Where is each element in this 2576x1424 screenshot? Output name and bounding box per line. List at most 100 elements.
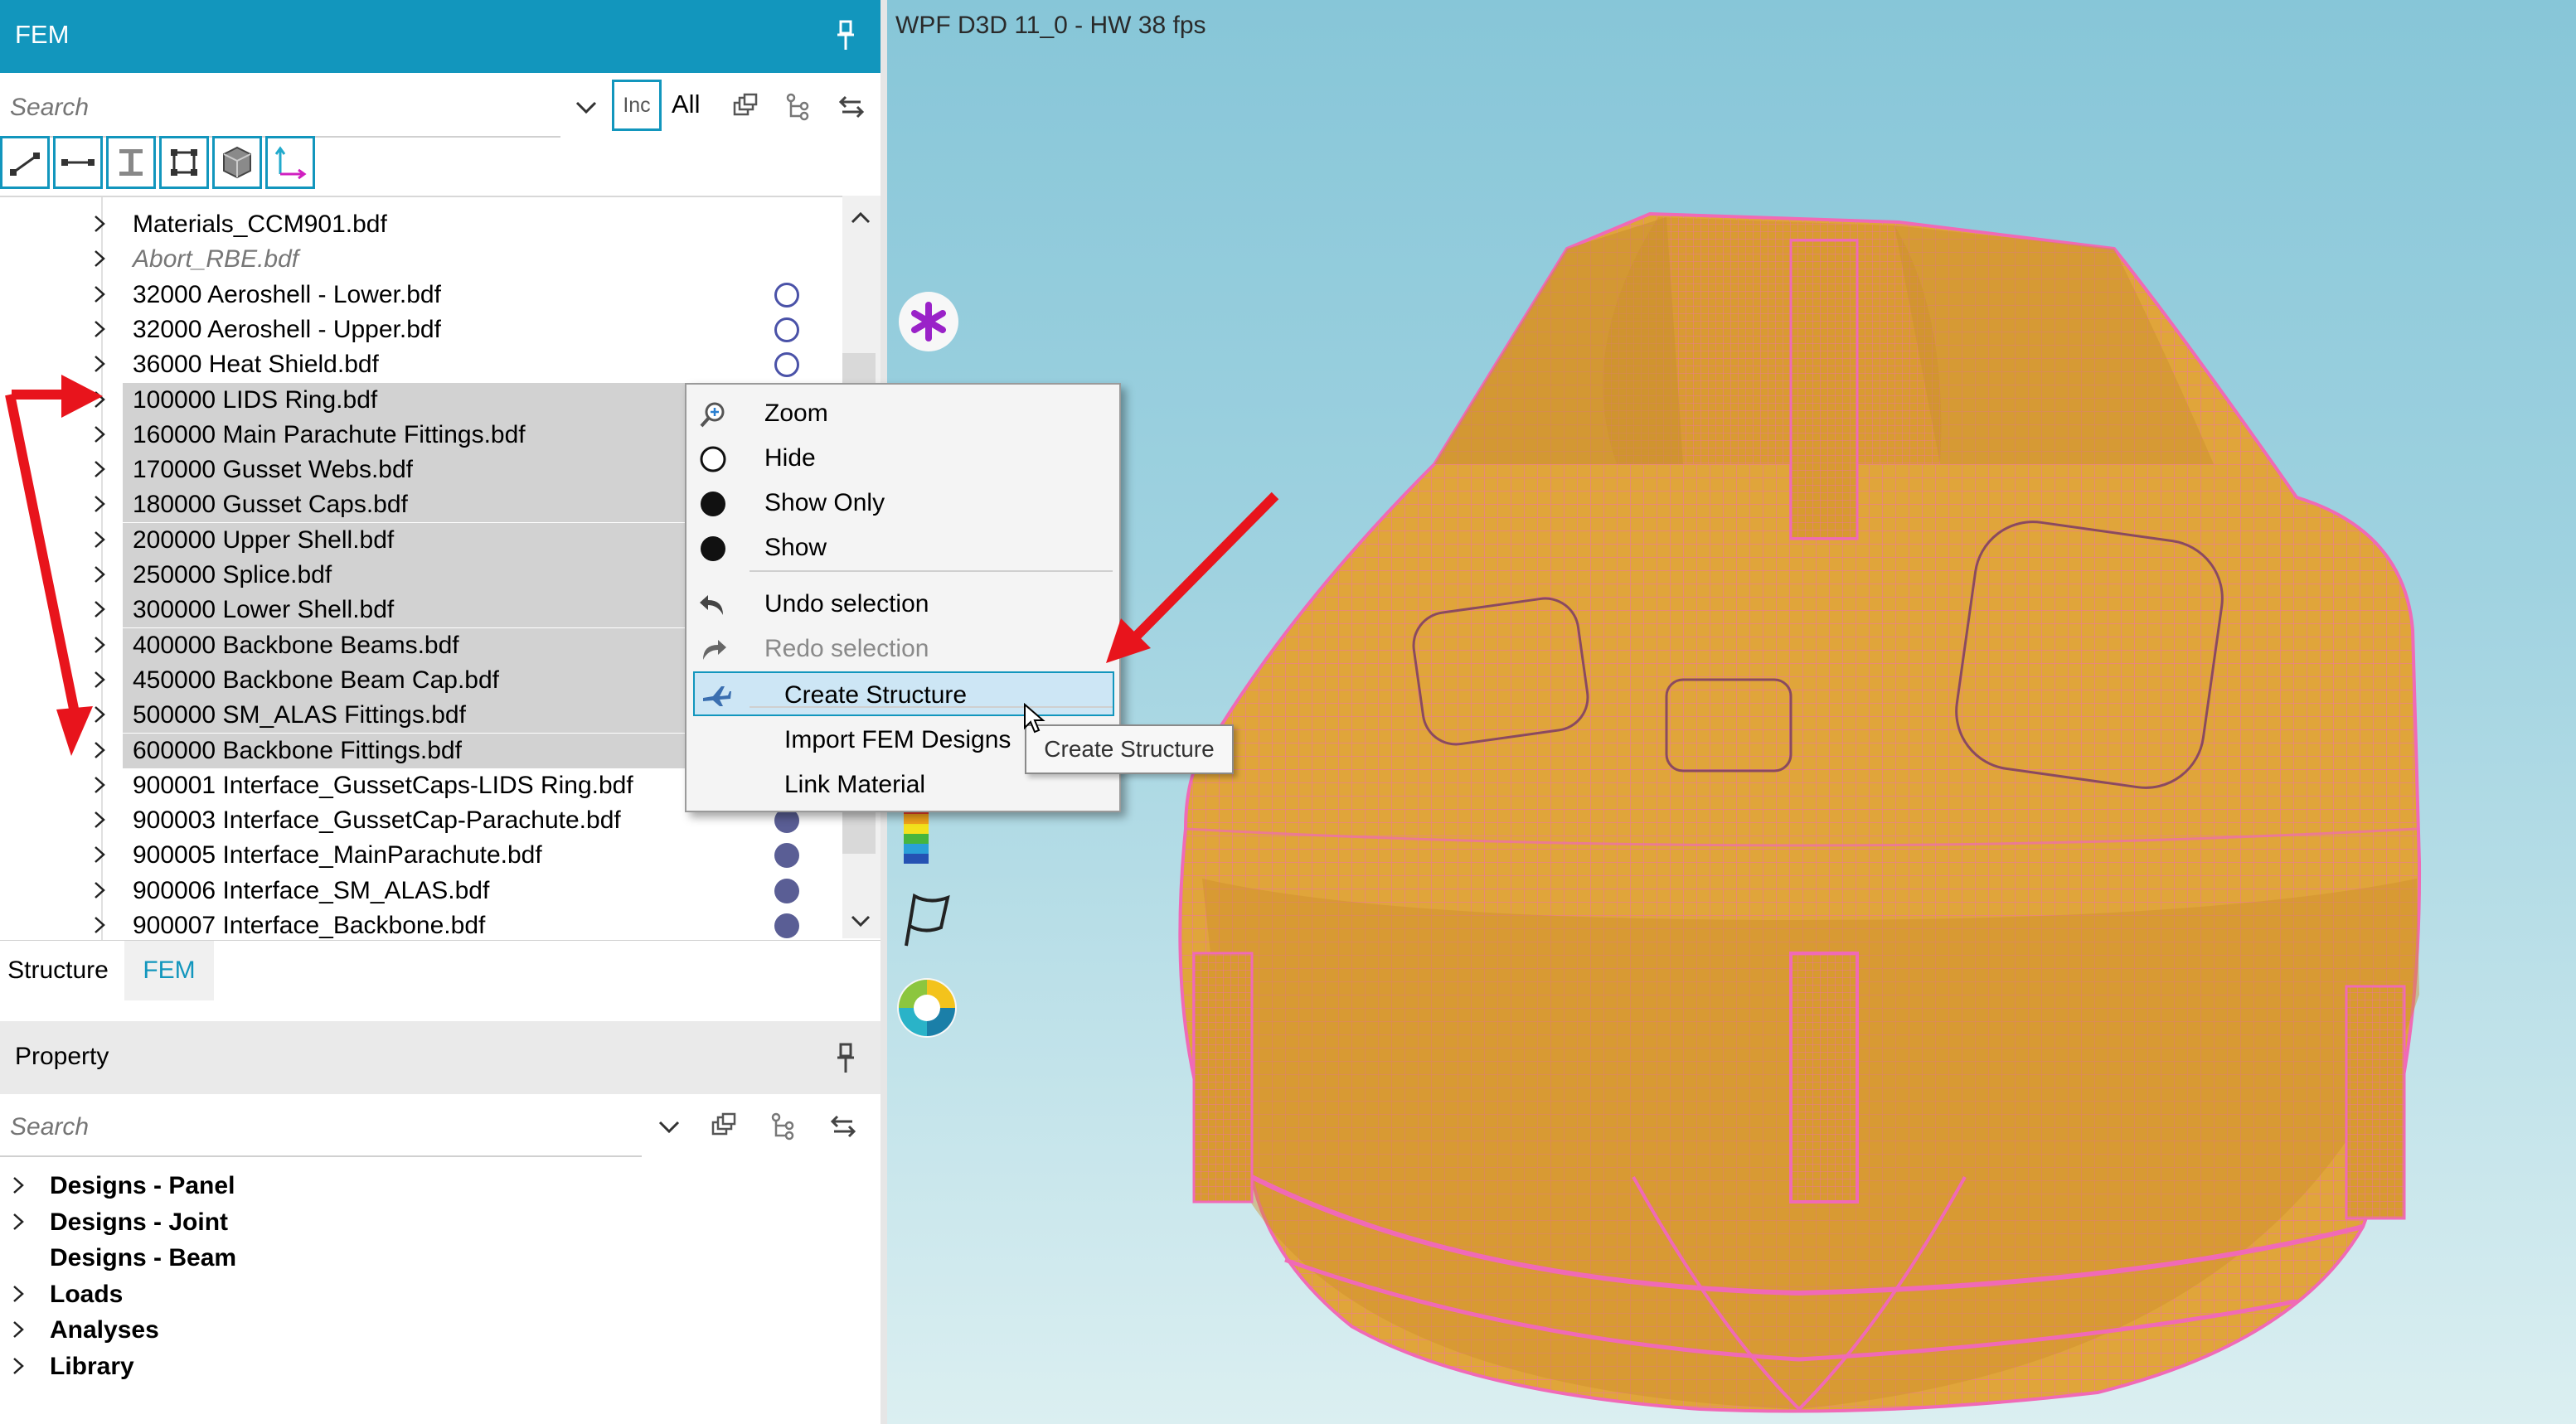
property-item-label: Analyses (50, 1316, 159, 1344)
fem-search-input[interactable] (8, 85, 527, 131)
capsule-fem-model[interactable] (887, 0, 2576, 1424)
chevron-right-icon[interactable] (90, 564, 109, 584)
property-tree-row[interactable]: Library (0, 1349, 829, 1384)
collapse-windows-icon[interactable] (701, 1104, 746, 1149)
menu-item-show[interactable]: Show (686, 526, 1119, 570)
property-tree-row[interactable]: Designs - Beam (0, 1241, 829, 1276)
panel-tabs: Structure FEM (0, 940, 880, 1000)
swap-arrows-icon[interactable] (821, 1104, 866, 1149)
chevron-right-icon[interactable] (90, 740, 109, 760)
asterisk-icon[interactable] (895, 288, 962, 355)
property-tree-row[interactable]: Designs - Panel (0, 1169, 829, 1204)
tree-item-label: 400000 Backbone Beams.bdf (133, 631, 459, 659)
chevron-right-icon[interactable] (8, 1320, 28, 1339)
bar-element-icon[interactable] (53, 136, 103, 189)
tree-row[interactable]: Materials_CCM901.bdf (0, 207, 842, 242)
menu-item-hide[interactable]: Hide (686, 436, 1119, 481)
tree-row[interactable]: 900005 Interface_MainParachute.bdf (0, 838, 842, 873)
fem-search-row (0, 78, 880, 138)
rod-element-icon[interactable] (0, 136, 50, 189)
chevron-right-icon[interactable] (8, 1175, 28, 1195)
shell-element-icon[interactable] (159, 136, 209, 189)
chevron-right-icon[interactable] (90, 249, 109, 269)
property-tree-row[interactable]: Loads (0, 1277, 829, 1312)
fem-panel-header: FEM (0, 0, 880, 73)
property-panel-header: Property (0, 1021, 880, 1094)
chevron-right-icon[interactable] (90, 214, 109, 234)
inc-toggle-button[interactable]: Inc (612, 80, 662, 131)
scroll-down-icon[interactable] (849, 910, 872, 933)
menu-item-show-only[interactable]: Show Only (686, 481, 1119, 526)
chevron-right-icon[interactable] (90, 284, 109, 304)
chevron-right-icon[interactable] (90, 424, 109, 444)
beam-element-icon[interactable] (106, 136, 156, 189)
property-tree-row[interactable]: Analyses (0, 1313, 829, 1348)
scroll-up-icon[interactable] (849, 206, 872, 229)
chevron-right-icon[interactable] (90, 354, 109, 374)
chevron-right-icon[interactable] (90, 494, 109, 514)
tree-row[interactable]: Abort_RBE.bdf (0, 242, 842, 277)
tree-hierarchy-icon[interactable] (761, 1104, 806, 1149)
3d-viewport[interactable]: WPF D3D 11_0 - HW 38 fps (887, 0, 2576, 1424)
chevron-right-icon[interactable] (90, 459, 109, 479)
chevron-right-icon[interactable] (90, 705, 109, 724)
color-scale-icon[interactable] (895, 804, 937, 870)
collapse-windows-icon[interactable] (723, 85, 768, 129)
property-panel-title: Property (15, 1043, 109, 1070)
chevron-right-icon[interactable] (8, 1356, 28, 1376)
menu-item-label: Create Structure (784, 681, 968, 709)
chevron-right-icon[interactable] (90, 319, 109, 339)
visibility-empty-circle-icon[interactable] (774, 282, 799, 308)
chevron-right-icon[interactable] (90, 880, 109, 900)
property-search-box[interactable] (0, 1097, 642, 1157)
chevron-down-icon[interactable] (564, 85, 609, 129)
tree-item-label: 900007 Interface_Backbone.bdf (133, 912, 486, 939)
chevron-right-icon[interactable] (90, 915, 109, 935)
swap-arrows-icon[interactable] (829, 85, 874, 129)
visibility-filled-circle-icon[interactable] (774, 913, 799, 938)
tree-item-label: 200000 Upper Shell.bdf (133, 526, 395, 554)
visibility-empty-circle-icon[interactable] (774, 352, 799, 378)
visibility-empty-circle-icon[interactable] (774, 317, 799, 342)
menu-separator (750, 570, 1113, 572)
chevron-right-icon[interactable] (8, 1212, 28, 1232)
menu-item-create-structure[interactable]: Create Structure (693, 671, 1114, 716)
pin-icon[interactable] (836, 20, 856, 53)
zoom-icon (700, 402, 725, 428)
visibility-filled-circle-icon[interactable] (774, 878, 799, 903)
tree-item-label: 600000 Backbone Fittings.bdf (133, 736, 462, 764)
chevron-right-icon[interactable] (90, 530, 109, 550)
all-toggle-button[interactable]: All (672, 90, 700, 119)
color-wheel-icon[interactable] (894, 975, 960, 1041)
chevron-right-icon[interactable] (90, 635, 109, 655)
menu-item-undo-selection[interactable]: Undo selection (686, 582, 1119, 627)
menu-item-redo-selection[interactable]: Redo selection (686, 627, 1119, 671)
flag-icon[interactable] (892, 887, 958, 953)
chevron-right-icon[interactable] (90, 599, 109, 619)
tree-row[interactable]: 900007 Interface_Backbone.bdf (0, 908, 842, 940)
menu-item-zoom[interactable]: Zoom (686, 391, 1119, 436)
chevron-right-icon[interactable] (90, 670, 109, 690)
chevron-right-icon[interactable] (90, 810, 109, 830)
fem-search-box[interactable] (0, 78, 560, 138)
solid-element-icon[interactable] (212, 136, 262, 189)
tab-fem[interactable]: FEM (124, 941, 214, 1000)
tree-row[interactable]: 32000 Aeroshell - Upper.bdf (0, 312, 842, 347)
pin-icon[interactable] (836, 1043, 856, 1076)
tree-item-label: Materials_CCM901.bdf (133, 211, 387, 238)
coordinate-system-icon[interactable] (265, 136, 315, 189)
chevron-right-icon[interactable] (90, 775, 109, 795)
tree-row[interactable]: 36000 Heat Shield.bdf (0, 347, 842, 382)
tree-hierarchy-icon[interactable] (776, 85, 821, 129)
chevron-right-icon[interactable] (90, 845, 109, 865)
property-tree-row[interactable]: Designs - Joint (0, 1205, 829, 1240)
tree-row[interactable]: 32000 Aeroshell - Lower.bdf (0, 278, 842, 312)
tab-structure[interactable]: Structure (0, 941, 116, 1000)
tree-row[interactable]: 900006 Interface_SM_ALAS.bdf (0, 874, 842, 908)
chevron-right-icon[interactable] (90, 390, 109, 409)
chevron-down-icon[interactable] (647, 1104, 691, 1149)
chevron-right-icon[interactable] (8, 1284, 28, 1304)
visibility-filled-circle-icon[interactable] (774, 843, 799, 869)
property-search-input[interactable] (8, 1104, 603, 1150)
tree-item-label: 250000 Splice.bdf (133, 561, 332, 588)
